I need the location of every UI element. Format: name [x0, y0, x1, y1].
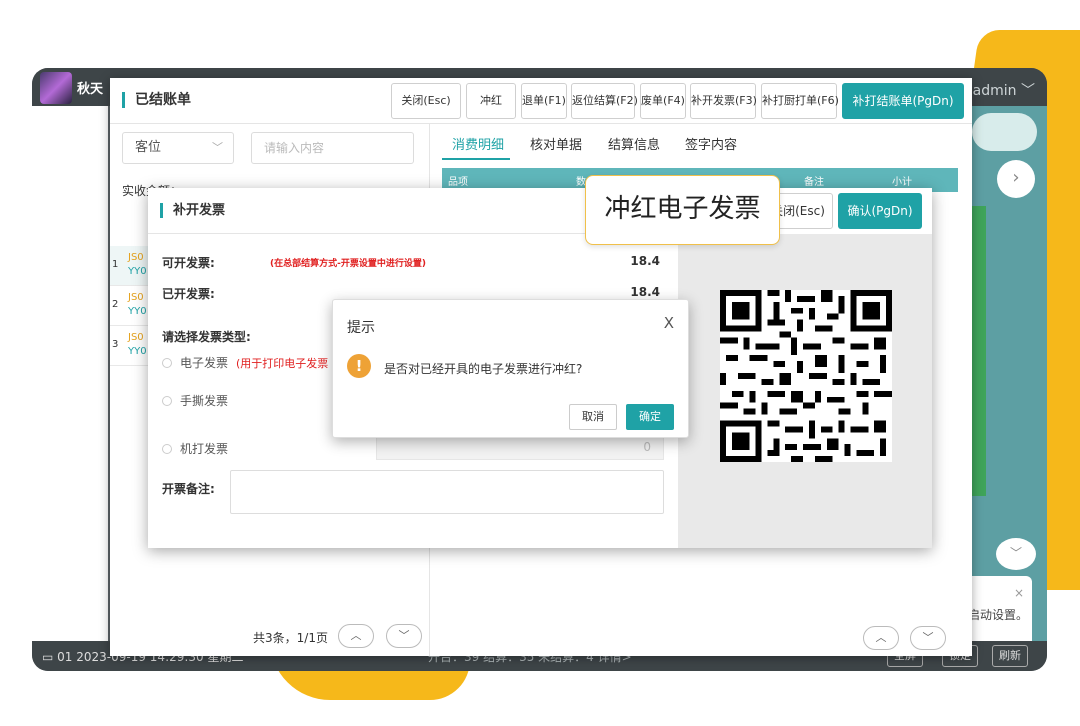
close-icon[interactable]: X	[664, 314, 674, 332]
radio-electronic-label: 电子发票	[180, 356, 229, 370]
window-title: 已结账单	[122, 92, 191, 108]
red-invoice-callout: 冲红电子发票	[585, 175, 780, 245]
ok-button[interactable]: 确定	[626, 404, 674, 430]
radio-machine-label: 机打发票	[180, 442, 229, 456]
page-up-button[interactable]: ︿	[338, 624, 374, 648]
bill-number: JS0	[128, 252, 144, 263]
invoice-type-label: 请选择发票类型:	[162, 330, 251, 344]
close-button[interactable]: 关闭(Esc)	[391, 83, 461, 119]
row-index: 3	[112, 339, 119, 350]
detail-page-down-button[interactable]: ﹀	[910, 626, 946, 650]
dialog-confirm-button[interactable]: 确认(PgDn)	[838, 193, 922, 229]
reprint-bill-button[interactable]: 补打结账单(PgDn)	[842, 83, 964, 119]
issued-invoice-label: 已开发票:	[162, 287, 215, 301]
tab-settle-info[interactable]: 结算信息	[608, 134, 660, 153]
col-subtotal: 小计	[892, 177, 912, 188]
table-status-strip	[970, 206, 986, 496]
invoice-remark-label: 开票备注:	[162, 482, 215, 496]
confirm-prompt-dialog: 提示 X ! 是否对已经开具的电子发票进行冲红? 取消 确定	[332, 299, 689, 438]
col-item: 品项	[448, 177, 468, 188]
order-number: YY0	[128, 346, 147, 357]
page-down-button[interactable]: ﹀	[386, 624, 422, 648]
available-invoice-value: 18.4	[630, 254, 660, 268]
qr-code-icon	[720, 290, 892, 462]
order-number: YY0	[128, 266, 147, 277]
bill-number: JS0	[128, 332, 144, 343]
reissue-invoice-button[interactable]: 补开发票(F3)	[690, 83, 757, 119]
warning-icon: !	[347, 354, 371, 378]
refund-button[interactable]: 退单(F1)	[521, 83, 567, 119]
available-invoice-note: (在总部结算方式-开票设置中进行设置)	[270, 259, 426, 269]
order-number: YY0	[128, 306, 147, 317]
invoice-remark-textarea[interactable]	[230, 470, 664, 514]
pager-info: 共3条，1/1页	[253, 631, 328, 645]
seat-select[interactable]: 客位 ﹀	[122, 132, 234, 164]
refresh-button[interactable]: 刷新	[992, 645, 1028, 667]
search-input[interactable]: 请输入内容	[251, 132, 414, 164]
issued-invoice-value: 18.4	[630, 285, 660, 299]
bill-number: JS0	[128, 292, 144, 303]
reprint-kitchen-button[interactable]: 补打厨打单(F6)	[761, 83, 839, 119]
detail-page-up-button[interactable]: ︿	[863, 626, 899, 650]
tab-signature[interactable]: 签字内容	[685, 134, 737, 153]
row-index: 2	[112, 299, 119, 310]
cancel-button[interactable]: 取消	[569, 404, 617, 430]
radio-manual-invoice[interactable]: 手撕发票	[162, 392, 228, 409]
radio-machine-invoice[interactable]: 机打发票	[162, 440, 228, 457]
available-invoice-label: 可开发票:	[162, 256, 215, 270]
user-menu[interactable]: admin ﹀	[973, 80, 1035, 100]
return-settle-button[interactable]: 返位结算(F2)	[571, 83, 638, 119]
chevron-right-icon[interactable]: ›	[997, 160, 1035, 198]
active-tab-underline	[442, 158, 510, 160]
right-search-pill[interactable]	[972, 113, 1037, 151]
red-invoice-button[interactable]: 冲红	[466, 83, 516, 119]
radio-dot	[162, 358, 172, 368]
tab-consumption[interactable]: 消费明细	[452, 134, 504, 153]
seat-select-value: 客位	[135, 140, 162, 155]
radio-dot	[162, 396, 172, 406]
tab-check-docs[interactable]: 核对单据	[530, 134, 582, 153]
close-icon[interactable]: ×	[1014, 586, 1024, 600]
radio-manual-label: 手撕发票	[180, 394, 229, 408]
prompt-title: 提示	[347, 320, 375, 336]
dialog-title: 补开发票	[160, 203, 225, 218]
shop-name: 秋天	[77, 82, 104, 97]
stage: 秋天 admin ﹀ › ﹀ × 启动设置。 ▭ 01 2023-09-19 1…	[0, 0, 1080, 726]
device-left-panel	[32, 106, 108, 646]
monitor-icon: ▭	[42, 650, 58, 664]
radio-electronic-hint: (用于打印电子发票	[236, 357, 329, 370]
window-header: 已结账单 关闭(Esc) 冲红 退单(F1) 返位结算(F2) 废单(F4) 补…	[110, 78, 972, 124]
void-button[interactable]: 废单(F4)	[640, 83, 686, 119]
chevron-down-icon[interactable]: ﹀	[996, 538, 1036, 570]
chevron-down-icon: ﹀	[212, 141, 223, 154]
radio-dot	[162, 444, 172, 454]
radio-electronic-invoice[interactable]: 电子发票 (用于打印电子发票	[162, 354, 328, 371]
shop-avatar	[40, 72, 72, 104]
row-index: 1	[112, 259, 119, 270]
prompt-message: 是否对已经开具的电子发票进行冲红?	[384, 362, 583, 376]
notice-text: 启动设置。	[968, 608, 1029, 622]
col-remark: 备注	[804, 177, 824, 188]
